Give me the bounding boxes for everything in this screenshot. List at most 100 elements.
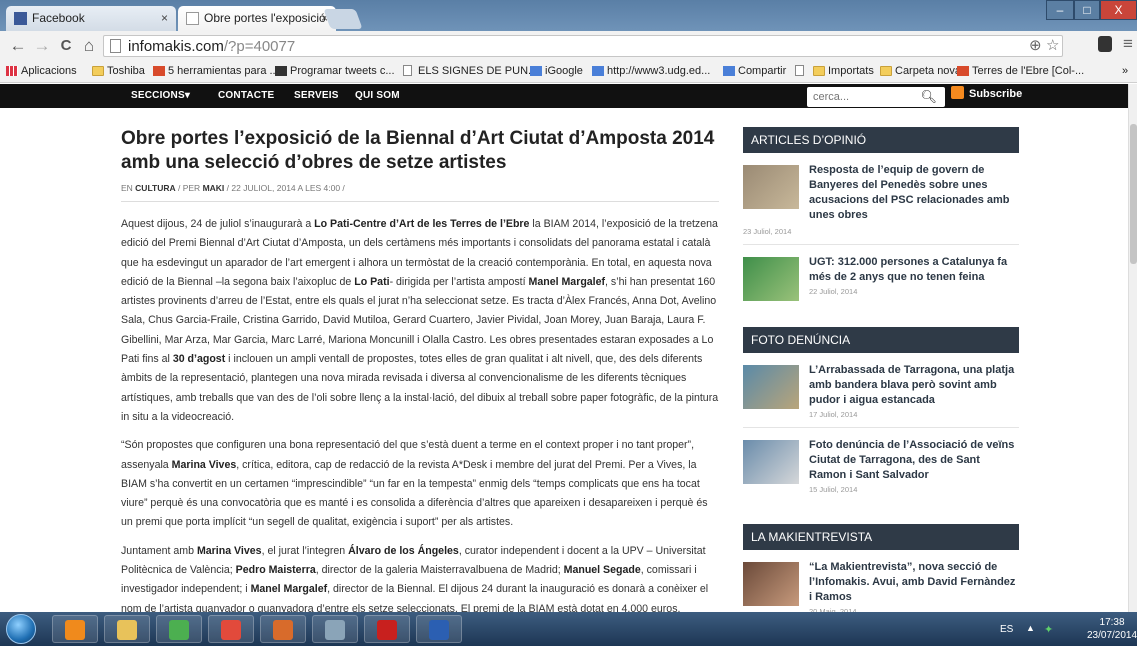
taskbar-app-button[interactable] — [364, 615, 410, 643]
network-icon[interactable]: ✦ — [1044, 623, 1053, 636]
post-title-link[interactable]: UGT: 312.000 persones a Catalunya fa més… — [809, 255, 1019, 285]
tray-expand-icon[interactable]: ▲ — [1026, 623, 1035, 633]
forward-button[interactable]: → — [32, 36, 52, 56]
bookmark-star-icon[interactable]: ☆ — [1046, 36, 1059, 54]
bookmark-herramientas[interactable]: 5 herramientas para ... — [153, 65, 279, 77]
bold-text: Manel Margalef — [250, 583, 328, 596]
article-paragraph: Aquest dijous, 24 de juliol s’inaugurarà… — [121, 215, 719, 427]
acrobat-icon — [377, 620, 397, 640]
taskbar-app-button[interactable] — [312, 615, 358, 643]
browser-tabstrip: Facebook × Obre portes l'exposició de × … — [0, 0, 1137, 31]
clock[interactable]: 17:38 23/07/2014 — [1087, 616, 1137, 642]
taskbar-app-button[interactable] — [208, 615, 254, 643]
site-search: 🔍︎ — [807, 87, 945, 107]
post-thumbnail[interactable] — [743, 365, 799, 409]
bold-text: Marina Vives — [196, 544, 262, 557]
google-icon — [530, 66, 542, 76]
bookmark-label: 5 herramientas para ... — [168, 65, 279, 77]
post-title-link[interactable]: L’Arrabassada de Tarragona, una platja a… — [809, 363, 1019, 408]
bookmark-carpeta-nova[interactable]: Carpeta nova — [880, 65, 961, 77]
sidebar-post[interactable]: Foto denúncia de l’Associació de veïns C… — [743, 428, 1019, 502]
search-input[interactable] — [813, 88, 923, 106]
start-button[interactable] — [6, 614, 36, 644]
red-icon — [153, 66, 165, 76]
extension-icon[interactable] — [1098, 36, 1112, 52]
language-indicator[interactable]: ES — [1000, 624, 1013, 635]
close-window-button[interactable]: X — [1100, 0, 1137, 20]
bookmark-compartir[interactable]: Compartir — [723, 65, 786, 77]
paragraph-text: , s’hi han presentat 160 artistes provin… — [121, 275, 717, 366]
bookmark-tweets[interactable]: Programar tweets c... — [275, 65, 395, 77]
zoom-icon[interactable]: ⊕ — [1029, 36, 1042, 54]
post-date: 15 Juliol, 2014 — [809, 485, 858, 494]
post-thumbnail[interactable] — [743, 440, 799, 484]
nav-qui-som[interactable]: QUI SOM — [355, 90, 400, 101]
bold-text: Marina Vives — [171, 458, 237, 471]
scrollbar-thumb[interactable] — [1130, 124, 1137, 264]
bookmark-terres-ebre[interactable]: Terres de l'Ebre [Col-... — [957, 65, 1084, 77]
taskbar-app-button[interactable] — [104, 615, 150, 643]
menu-icon[interactable]: ≡ — [1123, 34, 1133, 54]
bookmark-signes[interactable]: ELS SIGNES DE PUN... — [403, 65, 537, 77]
category-link[interactable]: CULTURA — [135, 183, 175, 193]
article-paragraph: “Són propostes que configuren una bona r… — [121, 436, 719, 532]
chrome-icon — [169, 620, 189, 640]
bookmarks-overflow-button[interactable]: » — [1122, 65, 1128, 77]
close-tab-icon[interactable]: × — [161, 6, 168, 31]
post-title-link[interactable]: Resposta de l’equip de govern de Banyere… — [809, 163, 1019, 223]
red-icon — [957, 66, 969, 76]
bookmark-aplicacions[interactable]: Aplicacions — [6, 65, 77, 77]
bookmark-udg[interactable]: http://www3.udg.ed... — [592, 65, 710, 77]
sidebar-post[interactable]: Resposta de l’equip de govern de Banyere… — [743, 153, 1019, 245]
nav-seccions[interactable]: SECCIONS▾ — [131, 90, 190, 101]
taskbar-app-button[interactable] — [260, 615, 306, 643]
taskbar-app-button[interactable] — [156, 615, 202, 643]
nav-contacte[interactable]: CONTACTE — [218, 90, 274, 101]
subscribe-link[interactable]: Subscribe — [951, 86, 1022, 100]
post-thumbnail[interactable] — [743, 165, 799, 209]
post-title-link[interactable]: “La Makientrevista”, nova secció de l’In… — [809, 560, 1019, 605]
post-thumbnail[interactable] — [743, 257, 799, 301]
search-icon[interactable]: 🔍︎ — [920, 89, 937, 105]
post-thumbnail[interactable] — [743, 562, 799, 606]
sidebar-post[interactable]: UGT: 312.000 persones a Catalunya fa més… — [743, 245, 1019, 305]
bold-text: Lo Pati-Centre d’Art de les Terres de l’… — [314, 218, 530, 230]
maximize-button[interactable]: □ — [1074, 0, 1100, 20]
article: Obre portes l’exposició de la Biennal d’… — [121, 127, 719, 628]
bookmark-importats[interactable]: Importats — [813, 65, 874, 77]
reload-button[interactable]: C — [56, 36, 76, 56]
nav-serveis[interactable]: SERVEIS — [294, 90, 339, 101]
google-icon — [592, 66, 604, 76]
bookmark-igoogle[interactable]: iGoogle — [530, 65, 583, 77]
article-meta: EN CULTURA / PER MAKI / 22 JULIOL, 2014 … — [121, 183, 719, 202]
bold-text: Pedro Maisterra — [235, 564, 316, 577]
taskbar-app-button[interactable] — [52, 615, 98, 643]
bold-text: Manel Margalef — [528, 275, 606, 288]
sidebar-widget: FOTO DENÚNCIA L’Arrabassada de Tarragona,… — [743, 327, 1019, 502]
home-button[interactable]: ⌂ — [79, 36, 99, 56]
new-tab-button[interactable] — [323, 9, 363, 29]
post-title-link[interactable]: Foto denúncia de l’Associació de veïns C… — [809, 438, 1019, 483]
paint-icon — [221, 620, 241, 640]
site-nav: SECCIONS▾ CONTACTE SERVEIS QUI SOM 🔍︎ Su… — [0, 84, 1128, 108]
taskbar-app-button[interactable] — [416, 615, 462, 643]
page-scrollbar[interactable] — [1128, 84, 1137, 612]
paragraph-text: , el jurat l’integren — [261, 544, 349, 557]
tab-article[interactable]: Obre portes l'exposició de × — [178, 6, 336, 31]
bookmark-toshiba[interactable]: Toshiba — [92, 65, 145, 77]
bookmark-label: Toshiba — [107, 65, 145, 77]
minimize-button[interactable]: – — [1046, 0, 1074, 20]
windows-taskbar: ES ▲ ✦ 17:38 23/07/2014 — [0, 612, 1137, 646]
bookmark-label: Importats — [828, 65, 874, 77]
facebook-icon — [14, 12, 27, 25]
powerpoint-icon — [273, 620, 293, 640]
author-link[interactable]: MAKI — [203, 183, 225, 193]
sidebar-post[interactable]: L’Arrabassada de Tarragona, una platja a… — [743, 353, 1019, 428]
bold-text: 30 d’agost — [172, 353, 226, 366]
grid-icon — [6, 66, 18, 76]
back-button[interactable]: ← — [8, 36, 28, 56]
tab-facebook[interactable]: Facebook × — [6, 6, 176, 31]
paragraph-text: , director de la galeria Maisterravalbue… — [315, 564, 564, 577]
bookmark-label: Aplicacions — [21, 65, 77, 77]
address-bar[interactable]: infomakis.com/?p=40077 — [103, 35, 1063, 57]
